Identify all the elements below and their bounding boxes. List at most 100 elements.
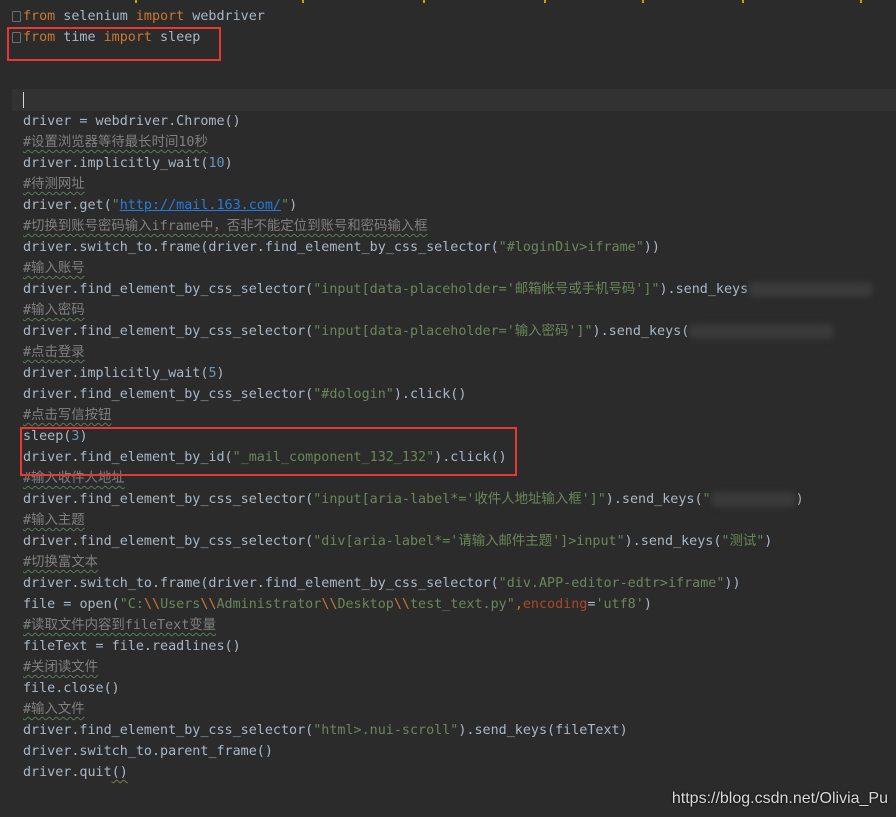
code-token: driver.quit bbox=[23, 765, 112, 780]
code-token: "html>.nui-scroll" bbox=[313, 723, 459, 738]
code-line[interactable]: driver.find_element_by_css_selector("inp… bbox=[23, 489, 893, 510]
code-token: driver.switch_to.frame(driver.find_eleme… bbox=[23, 576, 499, 591]
editor-gutter bbox=[0, 0, 12, 817]
code-token: 'utf8' bbox=[595, 597, 644, 612]
code-token: driver.implicitly_wait( bbox=[23, 366, 209, 381]
code-line[interactable]: driver.switch_to.parent_frame() bbox=[23, 741, 893, 762]
code-token: #输入主题 bbox=[23, 513, 85, 528]
code-line[interactable]: #待测网址 bbox=[23, 174, 893, 195]
code-line[interactable]: driver = webdriver.Chrome() bbox=[23, 111, 893, 132]
code-token: http://mail.163.com/ bbox=[119, 198, 281, 213]
code-token: " bbox=[111, 198, 120, 213]
text-caret bbox=[23, 92, 24, 108]
code-line[interactable]: #切换到账号密码输入iframe中，否非不能定位到账号和密码输入框 bbox=[23, 216, 893, 237]
code-line[interactable]: #输入账号 bbox=[23, 258, 893, 279]
annotation-box-click bbox=[20, 427, 517, 476]
code-token: driver.find_element_by_css_selector( bbox=[23, 534, 314, 549]
code-token: #切换富文本 bbox=[23, 555, 99, 570]
code-token: #关闭读文件 bbox=[23, 660, 99, 675]
annotation-box-import bbox=[7, 27, 221, 61]
code-token: ).send_keys bbox=[659, 282, 749, 297]
code-token: \\ bbox=[143, 597, 161, 612]
code-token: driver.find_element_by_css_selector( bbox=[23, 282, 314, 297]
code-token: driver.find_element_by_css_selector( bbox=[23, 492, 314, 507]
code-line[interactable]: #读取文件内容到fileText变量 bbox=[23, 615, 893, 636]
code-token: #输入密码 bbox=[23, 303, 85, 318]
code-token: 10 bbox=[208, 156, 225, 171]
code-token: "C: bbox=[119, 597, 144, 612]
code-token: #读取文件内容到fileText变量 bbox=[23, 618, 217, 633]
code-line[interactable]: #点击登录 bbox=[23, 342, 893, 363]
code-line[interactable]: driver.switch_to.frame(driver.find_eleme… bbox=[23, 573, 893, 594]
code-line[interactable]: #输入文件 bbox=[23, 699, 893, 720]
code-token: )) bbox=[643, 240, 660, 255]
code-token: ).send_keys( bbox=[605, 492, 703, 507]
code-line[interactable]: driver.get("http://mail.163.com/") bbox=[23, 195, 893, 216]
code-token: #点击登录 bbox=[23, 345, 85, 360]
code-token: ).send_keys(fileText) bbox=[458, 723, 628, 738]
code-token: " bbox=[281, 198, 290, 213]
fold-icon[interactable] bbox=[12, 11, 21, 22]
current-line-highlight bbox=[12, 89, 896, 111]
code-line[interactable]: file = open("C:\\Users\\Administrator\\D… bbox=[23, 594, 893, 615]
code-token: webdriver bbox=[184, 9, 265, 24]
code-token: 5 bbox=[208, 366, 217, 381]
code-token: import bbox=[135, 9, 185, 24]
code-token: driver = webdriver.Chrome() bbox=[23, 114, 241, 129]
code-line[interactable]: driver.find_element_by_css_selector("inp… bbox=[23, 321, 893, 342]
code-line[interactable]: file.close() bbox=[23, 678, 893, 699]
code-line[interactable] bbox=[23, 69, 893, 90]
redacted-value bbox=[689, 323, 835, 339]
code-token: #设置浏览器等待最长时间10秒 bbox=[23, 135, 208, 150]
code-line[interactable]: driver.switch_to.frame(driver.find_eleme… bbox=[23, 237, 893, 258]
redacted-value bbox=[748, 281, 874, 297]
code-token: \\ bbox=[393, 597, 410, 612]
code-line[interactable]: #点击写信按钮 bbox=[23, 405, 893, 426]
top-marker-strip bbox=[0, 0, 896, 3]
code-token: ).send_keys( bbox=[592, 324, 690, 339]
code-line[interactable]: from selenium import webdriver bbox=[23, 6, 893, 27]
code-line[interactable]: #输入密码 bbox=[23, 300, 893, 321]
code-token: )) bbox=[724, 576, 741, 591]
code-line[interactable]: #切换富文本 bbox=[23, 552, 893, 573]
code-token: " bbox=[702, 492, 711, 507]
code-token: open bbox=[79, 597, 112, 612]
code-line[interactable]: driver.find_element_by_css_selector("div… bbox=[23, 531, 893, 552]
code-token: Administrator bbox=[216, 597, 322, 612]
code-line[interactable]: #关闭读文件 bbox=[23, 657, 893, 678]
code-token: "input[data-placeholder='邮箱帐号或手机号码']" bbox=[313, 282, 660, 297]
code-line[interactable]: fileText = file.readlines() bbox=[23, 636, 893, 657]
code-line[interactable]: #设置浏览器等待最长时间10秒 bbox=[23, 132, 893, 153]
code-token: \\ bbox=[200, 597, 217, 612]
redacted-value bbox=[710, 491, 796, 507]
code-token: from bbox=[23, 9, 56, 24]
code-token: driver.find_element_by_css_selector( bbox=[23, 387, 314, 402]
code-token: driver.switch_to.parent_frame() bbox=[23, 744, 273, 759]
code-token: ) bbox=[795, 492, 804, 507]
code-line[interactable]: driver.find_element_by_css_selector("htm… bbox=[23, 720, 893, 741]
code-token: driver.find_element_by_css_selector( bbox=[23, 324, 314, 339]
code-token: #切换到账号密码输入iframe中，否非不能定位到账号和密码输入框 bbox=[23, 219, 428, 234]
code-token: Users bbox=[160, 597, 201, 612]
code-line[interactable]: driver.find_element_by_css_selector("#do… bbox=[23, 384, 893, 405]
code-token: #点击写信按钮 bbox=[23, 408, 112, 423]
code-line[interactable]: driver.implicitly_wait(10) bbox=[23, 153, 893, 174]
code-token: driver.find_element_by_css_selector( bbox=[23, 723, 314, 738]
code-editor[interactable]: from selenium import webdriver from time … bbox=[0, 0, 896, 817]
code-token: ).send_keys( bbox=[624, 534, 722, 549]
code-line[interactable]: driver.implicitly_wait(5) bbox=[23, 363, 893, 384]
code-token: ( bbox=[111, 597, 120, 612]
code-token: ) bbox=[216, 366, 225, 381]
code-token: Desktop bbox=[337, 597, 394, 612]
code-token: ) bbox=[224, 156, 233, 171]
code-token: ).click() bbox=[393, 387, 467, 402]
code-line[interactable]: driver.quit() bbox=[23, 762, 893, 783]
code-line[interactable]: #输入主题 bbox=[23, 510, 893, 531]
code-token: ) bbox=[289, 198, 298, 213]
code-token: test_text.py" bbox=[410, 597, 515, 612]
code-token: ) bbox=[764, 534, 773, 549]
code-token: "div.APP-editor-edtr>iframe" bbox=[498, 576, 725, 591]
code-token: #输入文件 bbox=[23, 702, 85, 717]
code-token: "input[aria-label*='收件人地址输入框']" bbox=[313, 492, 606, 507]
code-line[interactable]: driver.find_element_by_css_selector("inp… bbox=[23, 279, 893, 300]
